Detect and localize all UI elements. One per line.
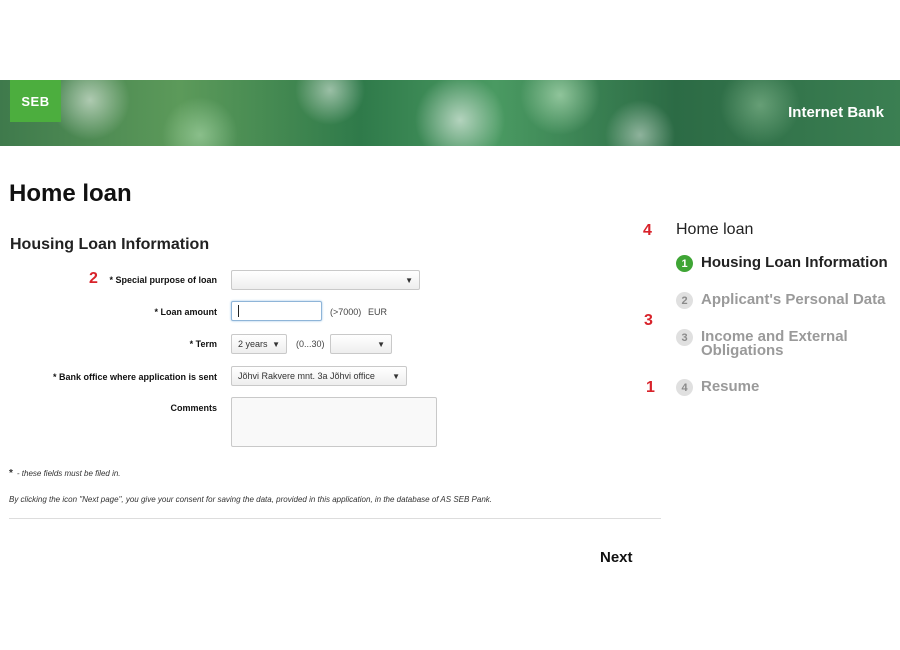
purpose-label: * Special purpose of loan [109, 275, 217, 285]
office-label: * Bank office where application is sent [52, 372, 217, 382]
amount-currency: EUR [368, 307, 388, 317]
seb-logo[interactable]: SEB [10, 80, 61, 122]
purpose-select[interactable]: ▼ [231, 270, 420, 290]
step-number-badge: 1 [676, 255, 693, 272]
step-housing-loan-information[interactable]: 1 Housing Loan Information [676, 254, 891, 272]
bank-office-value: Jõhvi Rakvere mnt. 3a Jõhvi office [238, 371, 375, 381]
step-label: Applicant's Personal Data [701, 291, 886, 308]
comments-textarea[interactable] [231, 397, 437, 447]
required-text: - these fields must be filed in. [16, 469, 121, 478]
comments-label: Comments [170, 403, 217, 413]
chevron-down-icon: ▼ [405, 276, 413, 285]
term-hint: (0...30) [296, 339, 325, 349]
required-fields-note: * - these fields must be filed in. [9, 468, 121, 479]
step-label: Resume [701, 378, 760, 395]
annotation-marker-2: 2 [89, 270, 98, 287]
step-applicants-personal-data[interactable]: 2 Applicant's Personal Data [676, 291, 891, 309]
steps-panel-title: Home loan [676, 221, 754, 238]
page-title: Home loan [9, 180, 132, 207]
step-resume[interactable]: 4 Resume [676, 378, 891, 396]
annotation-marker-1: 1 [646, 379, 655, 396]
step-label: Housing Loan Information [701, 254, 888, 271]
consent-text: By clicking the icon "Next page", you gi… [9, 495, 492, 504]
chevron-down-icon: ▼ [272, 340, 280, 349]
internet-bank-title: Internet Bank [788, 104, 884, 121]
bank-office-select[interactable]: Jõhvi Rakvere mnt. 3a Jõhvi office ▼ [231, 366, 407, 386]
loan-amount-input[interactable] [231, 301, 322, 321]
term-extra-select[interactable]: ▼ [330, 334, 392, 354]
header-banner: SEB Internet Bank [0, 80, 900, 146]
annotation-marker-3: 3 [644, 312, 653, 329]
term-years-select[interactable]: 2 years ▼ [231, 334, 287, 354]
step-number-badge: 4 [676, 379, 693, 396]
step-label: Income and External Obligations [701, 328, 848, 359]
chevron-down-icon: ▼ [392, 372, 400, 381]
step-income-external-obligations[interactable]: 3 Income and External Obligations [676, 328, 891, 359]
required-star: * [9, 468, 13, 479]
term-label: * Term [189, 339, 217, 349]
term-years-value: 2 years [238, 339, 268, 349]
text-cursor [238, 305, 239, 317]
chevron-down-icon: ▼ [377, 340, 385, 349]
amount-label: * Loan amount [154, 307, 218, 317]
step-number-badge: 3 [676, 329, 693, 346]
section-title: Housing Loan Information [10, 236, 210, 253]
next-button[interactable]: Next [600, 549, 633, 566]
divider [9, 518, 661, 519]
amount-hint: (>7000) [330, 307, 362, 317]
annotation-marker-4: 4 [643, 222, 652, 239]
step-number-badge: 2 [676, 292, 693, 309]
